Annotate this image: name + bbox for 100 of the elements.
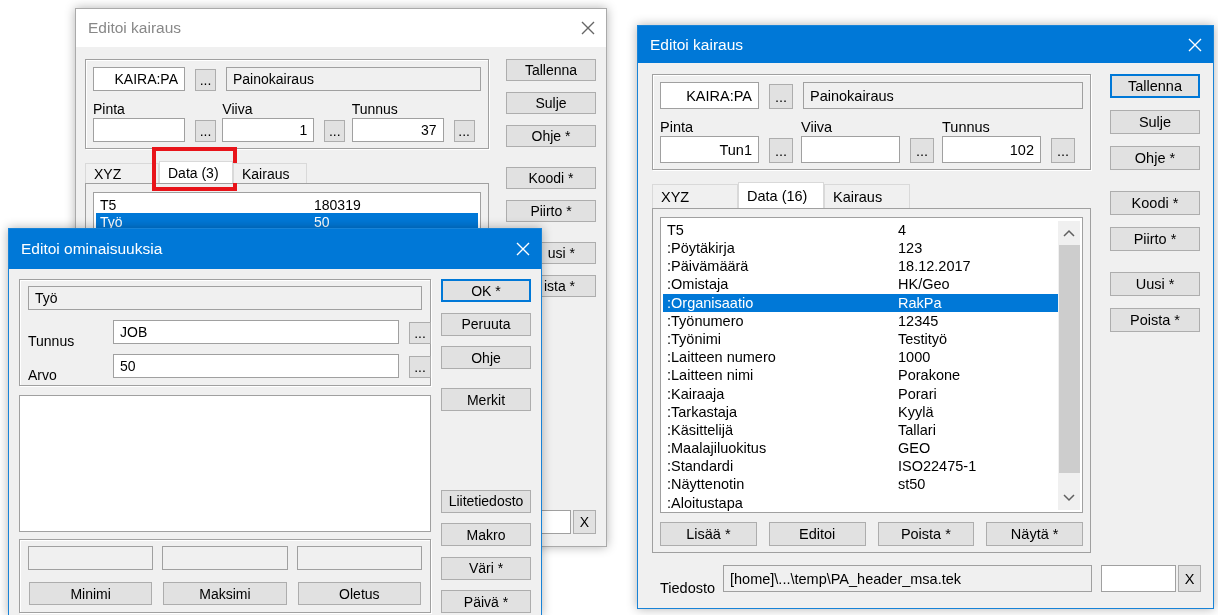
field-label: Tunnus xyxy=(28,333,76,349)
list-row[interactable]: :Päivämäärä 18.12.2017 xyxy=(663,257,1058,276)
dialog-button[interactable]: Liitetiedosto xyxy=(441,489,531,513)
text-field[interactable] xyxy=(93,118,185,142)
dialog-button[interactable]: ... xyxy=(910,138,934,163)
text-field[interactable] xyxy=(801,136,900,163)
list-cell-text: :Näyttenotin xyxy=(667,477,746,492)
list-row[interactable]: T5 4 xyxy=(663,221,1058,240)
dialog-button[interactable]: ... xyxy=(1051,138,1075,163)
dialog-button[interactable]: Sulje xyxy=(1110,110,1200,134)
text-field[interactable] xyxy=(296,546,422,571)
scroll-thumb[interactable] xyxy=(1058,245,1080,473)
dialog-button[interactable]: Merkit xyxy=(441,388,531,411)
dialog-button[interactable]: Tallenna xyxy=(506,59,596,81)
field-label: Tunnus xyxy=(351,101,399,118)
list-row[interactable]: T5 180319 xyxy=(96,196,478,213)
dialog-button[interactable]: Väri * xyxy=(441,556,531,580)
dialog-button[interactable]: Peruuta xyxy=(441,312,531,336)
tab[interactable]: XYZ xyxy=(652,184,738,208)
dialog-button[interactable]: Ohje * xyxy=(506,125,596,147)
list-row[interactable]: :Kairaaja Porari xyxy=(663,384,1058,403)
text-field[interactable]: 37 xyxy=(351,118,444,142)
field-label: Tunnus xyxy=(942,119,991,136)
list-row[interactable]: :Tarkastaja Kyylä xyxy=(663,402,1058,422)
dialog-button[interactable]: Koodi * xyxy=(1110,191,1200,215)
dialog-button[interactable]: Uusi * xyxy=(1110,272,1200,296)
text-field[interactable]: JOB xyxy=(113,320,399,344)
code-field[interactable]: KAIRA:PA xyxy=(93,67,185,91)
dialog-button[interactable]: ... xyxy=(769,138,793,163)
code-field[interactable]: KAIRA:PA xyxy=(660,82,759,109)
text-field[interactable] xyxy=(1101,565,1176,592)
dialog-button[interactable]: Päivä * xyxy=(441,590,531,613)
dialog-button[interactable]: OK * xyxy=(441,279,531,302)
dialog-button[interactable]: X xyxy=(573,510,596,534)
dialog-button[interactable]: ... xyxy=(195,120,216,142)
dialog-button[interactable]: ... xyxy=(324,120,346,142)
list-row[interactable]: :Pöytäkirja 123 xyxy=(663,239,1058,258)
dialog-button[interactable]: Makro xyxy=(441,523,531,546)
dialog-button[interactable]: Näytä * xyxy=(986,522,1083,546)
tab[interactable]: Kairaus xyxy=(233,163,307,183)
dialog-button[interactable]: X xyxy=(1178,565,1201,592)
list-row[interactable]: :Työnumero 12345 xyxy=(663,311,1058,331)
scroll-up-icon[interactable] xyxy=(1063,229,1075,237)
dialog-button[interactable]: Piirto * xyxy=(506,200,596,222)
list-cell-text: :Laitteen nimi xyxy=(667,368,755,383)
list-row[interactable]: :Omistaja HK/Geo xyxy=(663,275,1058,294)
list-cell-text: :Työnimi xyxy=(667,331,722,347)
text-field[interactable]: 1 xyxy=(222,118,315,142)
field-label: Pinta xyxy=(93,101,126,118)
text-field[interactable]: 50 xyxy=(113,354,399,378)
list-row[interactable]: :Standardi ISO22475-1 xyxy=(663,457,1058,476)
tab[interactable]: Data (3) xyxy=(159,161,233,183)
text-field[interactable]: Tun1 xyxy=(660,136,759,163)
tab[interactable]: Data (16) xyxy=(738,182,824,208)
dialog-button[interactable]: ... xyxy=(195,69,216,91)
dialog-button[interactable]: Koodi * xyxy=(506,167,596,189)
list-row[interactable]: :Organisaatio RakPa xyxy=(663,293,1058,312)
tab[interactable]: Kairaus xyxy=(824,184,910,208)
list-row[interactable]: :Työnimi Testityö xyxy=(663,330,1058,349)
tab[interactable]: XYZ xyxy=(85,163,159,183)
list-cell-text: T5 xyxy=(667,222,685,238)
list-cell-text: 18.12.2017 xyxy=(898,259,972,274)
dialog-button[interactable]: Poista * xyxy=(877,522,975,546)
list-cell-text: Testityö xyxy=(898,331,949,347)
list-cell-text: :Laitteen numero xyxy=(667,350,777,365)
list-cell-text: :Käsittelijä xyxy=(667,422,735,438)
scroll-down-icon[interactable] xyxy=(1063,494,1075,502)
text-field[interactable] xyxy=(162,546,288,571)
field-label: Viiva xyxy=(801,119,834,136)
dialog-button[interactable]: Ohje * xyxy=(1110,146,1200,170)
file-path-field[interactable]: [home]\...\temp\PA_header_msa.tek xyxy=(723,565,1092,592)
list-cell-text: Porakone xyxy=(898,368,962,383)
scrollbar[interactable] xyxy=(1058,221,1080,510)
dialog-button[interactable]: Sulje xyxy=(506,92,596,114)
close-icon[interactable] xyxy=(580,20,596,36)
list-row[interactable]: :Laitteen nimi Porakone xyxy=(663,366,1058,385)
text-field[interactable]: 102 xyxy=(942,136,1041,163)
dialog-button[interactable]: Lisää * xyxy=(660,522,757,546)
list-row[interactable]: :Käsittelijä Tallari xyxy=(663,421,1058,440)
list-cell-text: :Tarkastaja xyxy=(667,404,739,420)
dialog-button[interactable]: ... xyxy=(453,120,475,142)
list-cell-text: :Omistaja xyxy=(667,277,730,292)
list-row[interactable]: :Laitteen numero 1000 xyxy=(663,348,1058,367)
dialog-button[interactable]: Maksimi xyxy=(163,582,287,606)
dialog-button[interactable]: Ohje xyxy=(441,346,531,369)
dialog-button[interactable]: Piirto * xyxy=(1110,227,1200,251)
dialog-button[interactable]: Poista * xyxy=(1110,308,1200,332)
dialog-button[interactable]: Tallenna xyxy=(1110,74,1200,98)
dialog-button[interactable]: ... xyxy=(769,84,793,109)
dialog-button[interactable]: Minimi xyxy=(29,582,153,606)
field-label: Viiva xyxy=(222,101,254,118)
dialog-button[interactable]: Editoi xyxy=(768,522,866,546)
list-row[interactable]: :Näyttenotin st50 xyxy=(663,475,1058,494)
dialog-button[interactable]: ... xyxy=(409,356,431,378)
list-row[interactable]: :Aloitustapa xyxy=(663,493,1058,512)
text-field[interactable] xyxy=(28,546,154,571)
dialog-button[interactable]: Oletus xyxy=(297,582,421,606)
dialog-button[interactable]: ... xyxy=(409,322,431,344)
list-row[interactable]: :Maalajiluokitus GEO xyxy=(663,439,1058,458)
list-cell-text: :Standardi xyxy=(667,459,735,474)
